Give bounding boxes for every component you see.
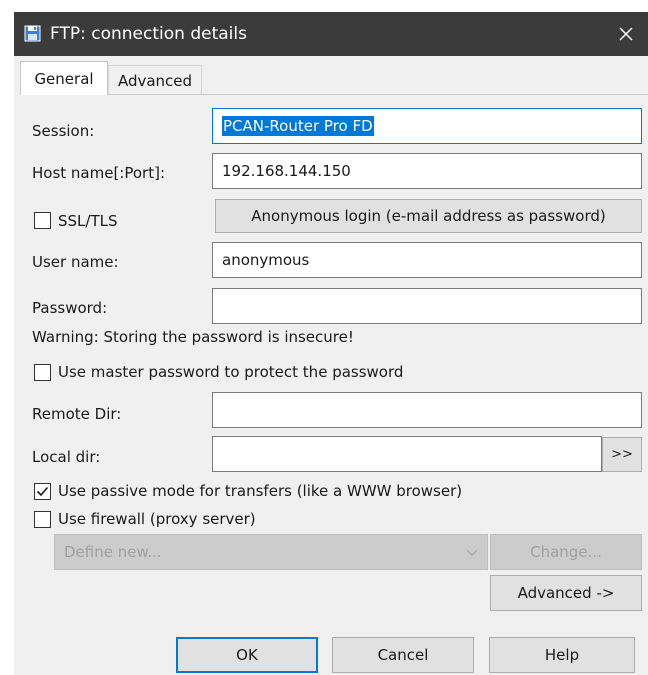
password-field[interactable] xyxy=(212,288,642,324)
proxy-select[interactable]: Define new... xyxy=(54,534,488,570)
local-dir-field[interactable] xyxy=(212,436,602,472)
ssl-checkbox[interactable] xyxy=(34,212,51,229)
password-label: Password: xyxy=(32,299,108,317)
help-button[interactable]: Help xyxy=(489,637,635,673)
remote-dir-label: Remote Dir: xyxy=(32,405,122,423)
password-warning: Warning: Storing the password is insecur… xyxy=(32,328,354,346)
cancel-button[interactable]: Cancel xyxy=(332,637,474,673)
chevron-down-icon xyxy=(466,549,478,556)
ssl-label: SSL/TLS xyxy=(58,212,118,230)
firewall-label: Use firewall (proxy server) xyxy=(58,510,256,528)
user-label: User name: xyxy=(32,253,119,271)
proxy-select-value: Define new... xyxy=(64,543,162,561)
advanced-settings-button[interactable]: Advanced -> xyxy=(490,575,642,611)
master-password-checkbox[interactable] xyxy=(34,364,51,381)
local-dir-label: Local dir: xyxy=(32,448,101,466)
user-field[interactable]: anonymous xyxy=(212,242,642,278)
tab-general[interactable]: General xyxy=(20,61,108,95)
window-title: FTP: connection details xyxy=(50,24,247,44)
passive-mode-label: Use passive mode for transfers (like a W… xyxy=(58,482,463,500)
tab-advanced[interactable]: Advanced xyxy=(108,65,202,95)
change-button[interactable]: Change... xyxy=(490,534,642,570)
remote-dir-field[interactable] xyxy=(212,392,642,428)
firewall-checkbox[interactable] xyxy=(34,511,51,528)
ok-button[interactable]: OK xyxy=(176,637,318,673)
host-label: Host name[:Port]: xyxy=(32,164,166,182)
close-icon[interactable] xyxy=(604,12,648,56)
session-label: Session: xyxy=(32,122,95,140)
browse-local-dir-button[interactable]: >> xyxy=(602,437,642,472)
ftp-connection-dialog: FTP: connection details General Advanced… xyxy=(14,12,648,675)
session-value: PCAN-Router Pro FD xyxy=(222,116,374,136)
checkmark-icon xyxy=(36,486,49,497)
app-icon xyxy=(24,25,41,42)
master-password-label: Use master password to protect the passw… xyxy=(58,363,404,381)
session-field[interactable]: PCAN-Router Pro FD xyxy=(212,108,642,144)
host-field[interactable]: 192.168.144.150 xyxy=(212,153,642,189)
anonymous-login-button[interactable]: Anonymous login (e-mail address as passw… xyxy=(215,199,642,233)
title-bar: FTP: connection details xyxy=(14,12,648,56)
passive-mode-checkbox[interactable] xyxy=(34,483,51,500)
